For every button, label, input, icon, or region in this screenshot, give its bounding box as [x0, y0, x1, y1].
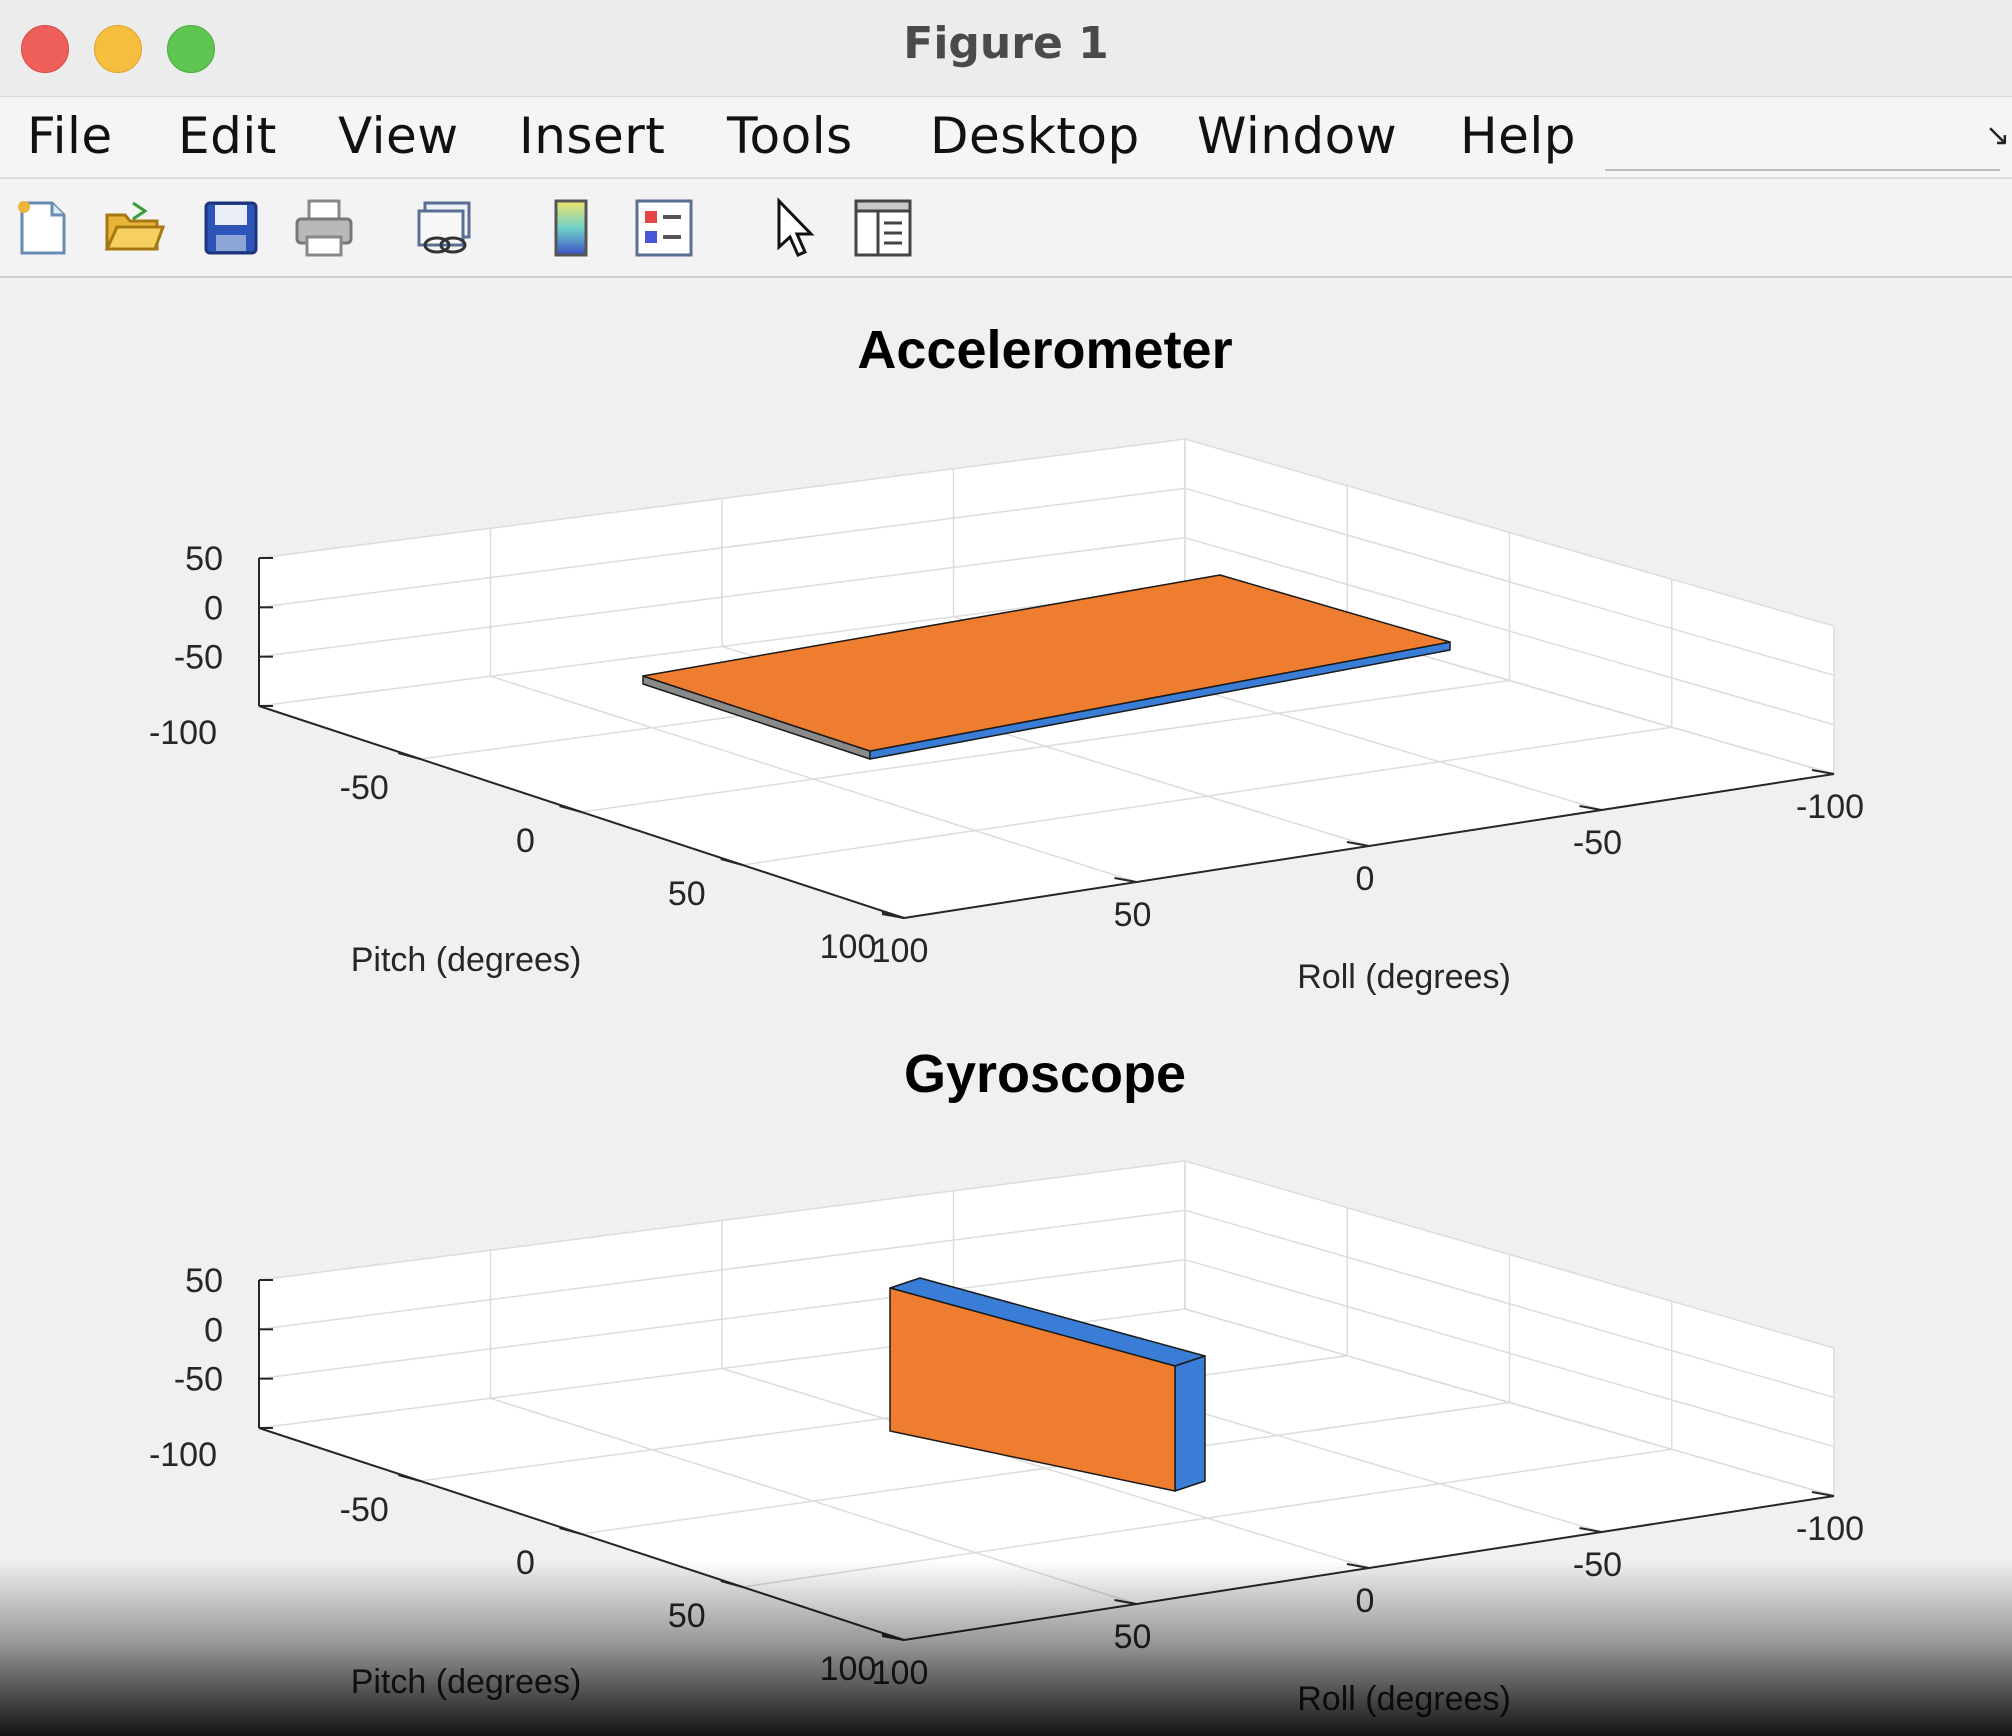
pitch-tick-label: 0 [516, 1544, 535, 1582]
z-tick-label: 50 [185, 540, 223, 578]
pitch-tick-label: 50 [668, 1597, 706, 1635]
z-tick-label: -100 [149, 714, 217, 752]
z-tick-label: 0 [204, 1311, 223, 1349]
roll-tick-label: 100 [872, 1654, 929, 1692]
roll-tick-label: 50 [1114, 896, 1152, 934]
pitch-tick-label: 100 [820, 928, 877, 966]
roll-tick-label: 100 [872, 932, 929, 970]
axes-title: Gyroscope [904, 1044, 1186, 1104]
z-tick-label: -50 [174, 639, 223, 677]
menu-insert[interactable]: Insert [519, 107, 665, 165]
figure-toolbar [0, 179, 2012, 278]
dock-arrow-icon[interactable]: ↘ [1985, 118, 2010, 153]
pointer-icon[interactable] [765, 197, 827, 259]
plot-area: -100 -50 0 50 100 -50 0 50 100 50 0 -50 -100 Pitch (d… [0, 278, 2012, 1736]
pitch-tick-label: 100 [820, 1650, 877, 1688]
roll-axis-label: Roll (degrees) [1297, 1680, 1511, 1718]
menu-edit[interactable]: Edit [178, 107, 277, 165]
pitch-tick-label: -50 [340, 1491, 389, 1529]
roll-tick-label: 50 [1114, 1618, 1152, 1656]
menu-bar: File Edit View Insert Tools Desktop Wind… [0, 97, 2012, 179]
roll-tick-label: -100 [1796, 788, 1864, 826]
z-tick-label: 50 [185, 1262, 223, 1300]
save-icon[interactable] [200, 197, 262, 259]
menu-window[interactable]: Window [1197, 107, 1397, 165]
link-plot-icon[interactable] [415, 197, 477, 259]
menu-divider [1605, 169, 2000, 171]
roll-tick-label: -50 [1573, 824, 1622, 862]
roll-axis-label: Roll (degrees) [1297, 958, 1511, 996]
z-tick-label: 0 [204, 589, 223, 627]
window-title: Figure 1 [903, 18, 1109, 69]
pitch-axis-label: Pitch (degrees) [351, 1663, 582, 1701]
pitch-tick-label: -50 [340, 769, 389, 807]
pitch-tick-label: 50 [668, 875, 706, 913]
menu-help[interactable]: Help [1460, 107, 1576, 165]
axes-title: Accelerometer [857, 320, 1232, 380]
legend-icon[interactable] [633, 197, 695, 259]
title-bar: Figure 1 [0, 0, 2012, 97]
menu-tools[interactable]: Tools [727, 107, 853, 165]
roll-tick-label: 0 [1356, 1582, 1375, 1620]
new-figure-icon[interactable] [12, 197, 74, 259]
pitch-axis-label: Pitch (degrees) [351, 941, 582, 979]
roll-tick-label: -100 [1796, 1510, 1864, 1548]
block-side-face [1174, 1355, 1206, 1492]
z-tick-label: -100 [149, 1436, 217, 1474]
menu-desktop[interactable]: Desktop [930, 107, 1140, 165]
menu-file[interactable]: File [27, 107, 113, 165]
property-inspector-icon[interactable] [852, 197, 914, 259]
figure-canvas: -100 -50 0 50 100 -50 0 50 100 50 0 -50 -100 Pitch (d… [149, 320, 1864, 1718]
roll-tick-label: 0 [1356, 860, 1375, 898]
colorbar-icon[interactable] [540, 197, 602, 259]
z-tick-label: -50 [174, 1361, 223, 1399]
print-icon[interactable] [293, 197, 355, 259]
open-file-icon[interactable] [103, 197, 165, 259]
roll-tick-label: -50 [1573, 1546, 1622, 1584]
pitch-tick-label: 0 [516, 822, 535, 860]
menu-view[interactable]: View [338, 107, 459, 165]
